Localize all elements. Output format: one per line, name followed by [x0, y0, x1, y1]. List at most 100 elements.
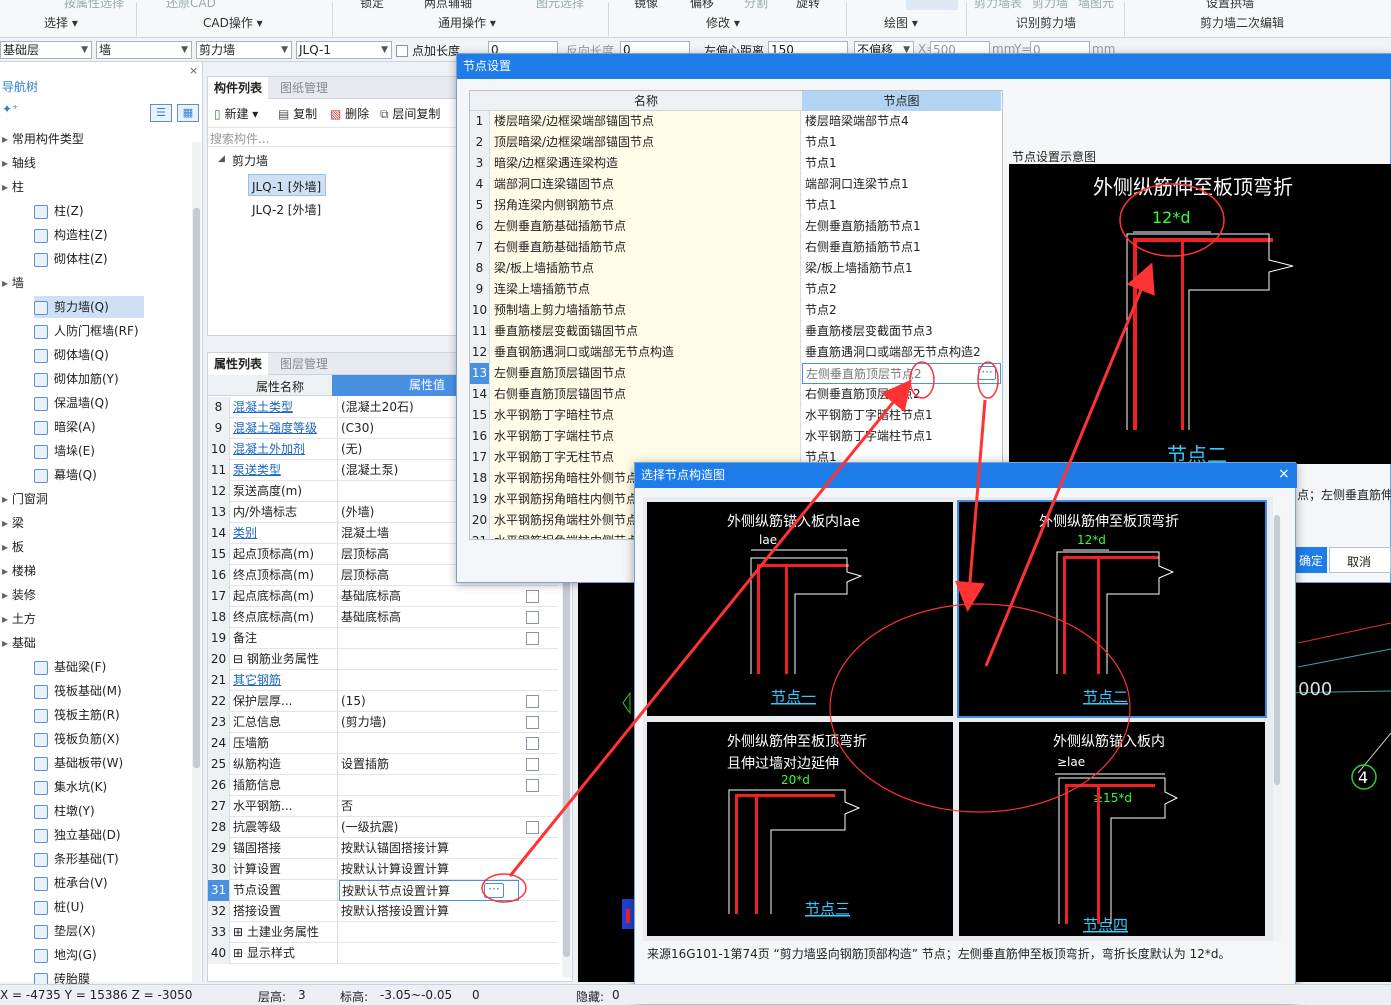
property-row[interactable]: 25 纵筋构造 设置插筋: [208, 754, 558, 775]
expand-icon[interactable]: ▸: [2, 180, 12, 194]
node-row[interactable]: 12 垂直钢筋遇洞口或端部无节点构造 垂直筋遇洞口或端部无节点构造2: [470, 342, 1001, 363]
node-option-3[interactable]: 外侧纵筋伸至板顶弯折 且伸过墙对边延伸 20*d 节点三: [647, 722, 953, 936]
property-row[interactable]: 40 ⊞ 显示样式: [208, 943, 558, 964]
node-value[interactable]: 垂直筋遇洞口或端部无节点构造2: [802, 342, 1001, 363]
search-input[interactable]: 搜索构件...: [210, 130, 269, 147]
nav-item[interactable]: 墙垛(E): [34, 440, 144, 462]
ribbon-item[interactable]: 分割: [744, 0, 768, 11]
nav-scroll-thumb[interactable]: [193, 208, 200, 768]
property-row[interactable]: 18 终点底标高(m) 基础底标高: [208, 607, 558, 628]
nav-item[interactable]: 桩(U): [34, 896, 144, 918]
node-row[interactable]: 3 暗梁/边框梁遇连梁构造 节点1: [470, 153, 1001, 174]
property-row[interactable]: 32 搭接设置 按默认搭接设置计算: [208, 901, 558, 922]
node-row[interactable]: 14 右侧垂直筋顶层锚固节点 右侧垂直筋顶层节点2: [470, 384, 1001, 405]
add-checkbox[interactable]: [526, 716, 539, 729]
list-view-icon[interactable]: ☰: [150, 104, 172, 122]
property-row[interactable]: 26 插筋信息: [208, 775, 558, 796]
ribbon-item[interactable]: 剪力墙: [1032, 0, 1068, 11]
node-row[interactable]: 9 连梁上墙插筋节点 节点2: [470, 279, 1001, 300]
floor-copy-button[interactable]: ⧉ 层间复制: [380, 105, 440, 122]
expand-icon[interactable]: ▸: [2, 132, 12, 146]
node-row[interactable]: 1 楼层暗梁/边框梁端部锚固节点 楼层暗梁端部节点4: [470, 111, 1001, 132]
nav-item[interactable]: ▸ 常用构件类型: [2, 128, 122, 150]
nav-item[interactable]: 暗梁(A): [34, 416, 144, 438]
node-row[interactable]: 10 预制墙上剪力墙插筋节点 节点2: [470, 300, 1001, 321]
node-value[interactable]: 节点1: [802, 195, 1001, 216]
property-value[interactable]: (15): [339, 691, 519, 712]
node-value[interactable]: 水平钢筋丁字端柱节点1: [802, 426, 1001, 447]
property-row[interactable]: 27 水平钢筋... 否: [208, 796, 558, 817]
close-icon[interactable]: ×: [1278, 466, 1290, 482]
nav-item[interactable]: 剪力墙(Q): [34, 296, 144, 318]
property-value[interactable]: 基础底标高: [339, 586, 519, 607]
ribbon-item[interactable]: 镜像: [634, 0, 658, 11]
node-value[interactable]: 节点1: [802, 153, 1001, 174]
property-value[interactable]: (剪力墙): [339, 712, 519, 733]
expand-icon[interactable]: ▸: [2, 516, 12, 530]
add-checkbox[interactable]: [526, 695, 539, 708]
subtype-select[interactable]: 剪力墙 ▼: [196, 41, 292, 59]
nav-item[interactable]: 砌体墙(Q): [34, 344, 144, 366]
expand-icon[interactable]: ▸: [2, 156, 12, 170]
property-row[interactable]: 29 锚固搭接 按默认锚固搭接计算: [208, 838, 558, 859]
property-value[interactable]: [339, 943, 519, 964]
collapse-icon[interactable]: ◢: [218, 154, 225, 164]
nav-item[interactable]: 构造柱(Z): [34, 224, 144, 246]
property-value[interactable]: 设置插筋: [339, 754, 519, 775]
ok-button[interactable]: 确定: [1291, 547, 1327, 573]
nav-item[interactable]: ▸ 轴线: [2, 152, 122, 174]
add-checkbox[interactable]: [526, 632, 539, 645]
group-cad[interactable]: CAD操作 ▾: [203, 14, 263, 31]
property-value[interactable]: [339, 922, 519, 943]
ribbon-item[interactable]: 两点辅轴: [424, 0, 472, 11]
node-value[interactable]: 左侧垂直筋插筋节点1: [802, 216, 1001, 237]
nav-item[interactable]: 筏板主筋(R): [34, 704, 144, 726]
node-value[interactable]: 左侧垂直筋顶层节点2: [802, 363, 1001, 384]
nav-item[interactable]: 基础板带(W): [34, 752, 144, 774]
nav-item[interactable]: 条形基础(T): [34, 848, 144, 870]
nav-item[interactable]: 地沟(G): [34, 944, 144, 966]
node-value[interactable]: 梁/板上墙插筋节点1: [802, 258, 1001, 279]
property-value[interactable]: 按默认计算设置计算: [339, 859, 519, 880]
property-row[interactable]: 20 ⊟ 钢筋业务属性: [208, 649, 558, 670]
node-row[interactable]: 5 拐角连梁内侧钢筋节点 节点1: [470, 195, 1001, 216]
property-row[interactable]: 28 抗震等级 (一级抗震): [208, 817, 558, 838]
gallery-scrollbar[interactable]: [1273, 515, 1281, 941]
component-item[interactable]: JLQ-2 [外墙]: [252, 201, 321, 218]
ribbon-item[interactable]: 墙图元: [1078, 0, 1114, 11]
expand-icon[interactable]: ▸: [2, 612, 12, 626]
new-button[interactable]: ▯ 新建 ▾: [214, 105, 258, 122]
node-value[interactable]: 楼层暗梁端部节点4: [802, 111, 1001, 132]
ribbon-item[interactable]: 图元选择: [536, 0, 584, 11]
property-row[interactable]: 23 汇总信息 (剪力墙): [208, 712, 558, 733]
property-row[interactable]: 33 ⊞ 土建业务属性: [208, 922, 558, 943]
nav-item[interactable]: 柱墩(Y): [34, 800, 144, 822]
nav-item[interactable]: 筏板基础(M): [34, 680, 144, 702]
node-value[interactable]: 节点1: [802, 132, 1001, 153]
add-checkbox[interactable]: [526, 758, 539, 771]
tab-drawing-manage[interactable]: 图纸管理: [274, 77, 334, 99]
group-select[interactable]: 选择 ▾: [44, 14, 78, 31]
ribbon-item[interactable]: 设置拱墙: [1206, 0, 1254, 11]
nav-item[interactable]: 保温墙(Q): [34, 392, 144, 414]
copy-button[interactable]: ▤ 复制: [278, 105, 317, 122]
ribbon-item[interactable]: 还原CAD: [166, 0, 216, 11]
ellipsis-button[interactable]: ···: [484, 883, 504, 898]
nav-item[interactable]: ▸ 柱: [2, 176, 122, 198]
nav-item[interactable]: 独立基础(D): [34, 824, 144, 846]
node-option-2-selected[interactable]: 外侧纵筋伸至板顶弯折 12*d 节点二: [957, 500, 1267, 718]
nav-scrollbar[interactable]: [192, 142, 201, 982]
node-row[interactable]: 13 左侧垂直筋顶层锚固节点 左侧垂直筋顶层节点2 ···: [470, 363, 1001, 384]
node-option-1[interactable]: 外侧纵筋锚入板内lae lae 节点一: [647, 502, 953, 716]
node-row[interactable]: 2 顶层暗梁/边框梁端部锚固节点 节点1: [470, 132, 1001, 153]
node-row[interactable]: 4 端部洞口连梁锚固节点 端部洞口连梁节点1: [470, 174, 1001, 195]
ribbon-item[interactable]: 锁定: [360, 0, 384, 11]
node-option-4[interactable]: 外侧纵筋锚入板内 ≥lae ≥15*d 节点四: [959, 722, 1265, 936]
node-row[interactable]: 8 梁/板上墙插筋节点 梁/板上墙插筋节点1: [470, 258, 1001, 279]
node-value[interactable]: 垂直筋楼层变截面节点3: [802, 321, 1001, 342]
ellipsis-button[interactable]: ···: [978, 366, 996, 380]
expand-icon[interactable]: ▸: [2, 564, 12, 578]
gallery-scroll-thumb[interactable]: [1274, 515, 1280, 785]
nav-item[interactable]: ▸ 门窗洞: [2, 488, 122, 510]
nav-item[interactable]: 集水坑(K): [34, 776, 144, 798]
